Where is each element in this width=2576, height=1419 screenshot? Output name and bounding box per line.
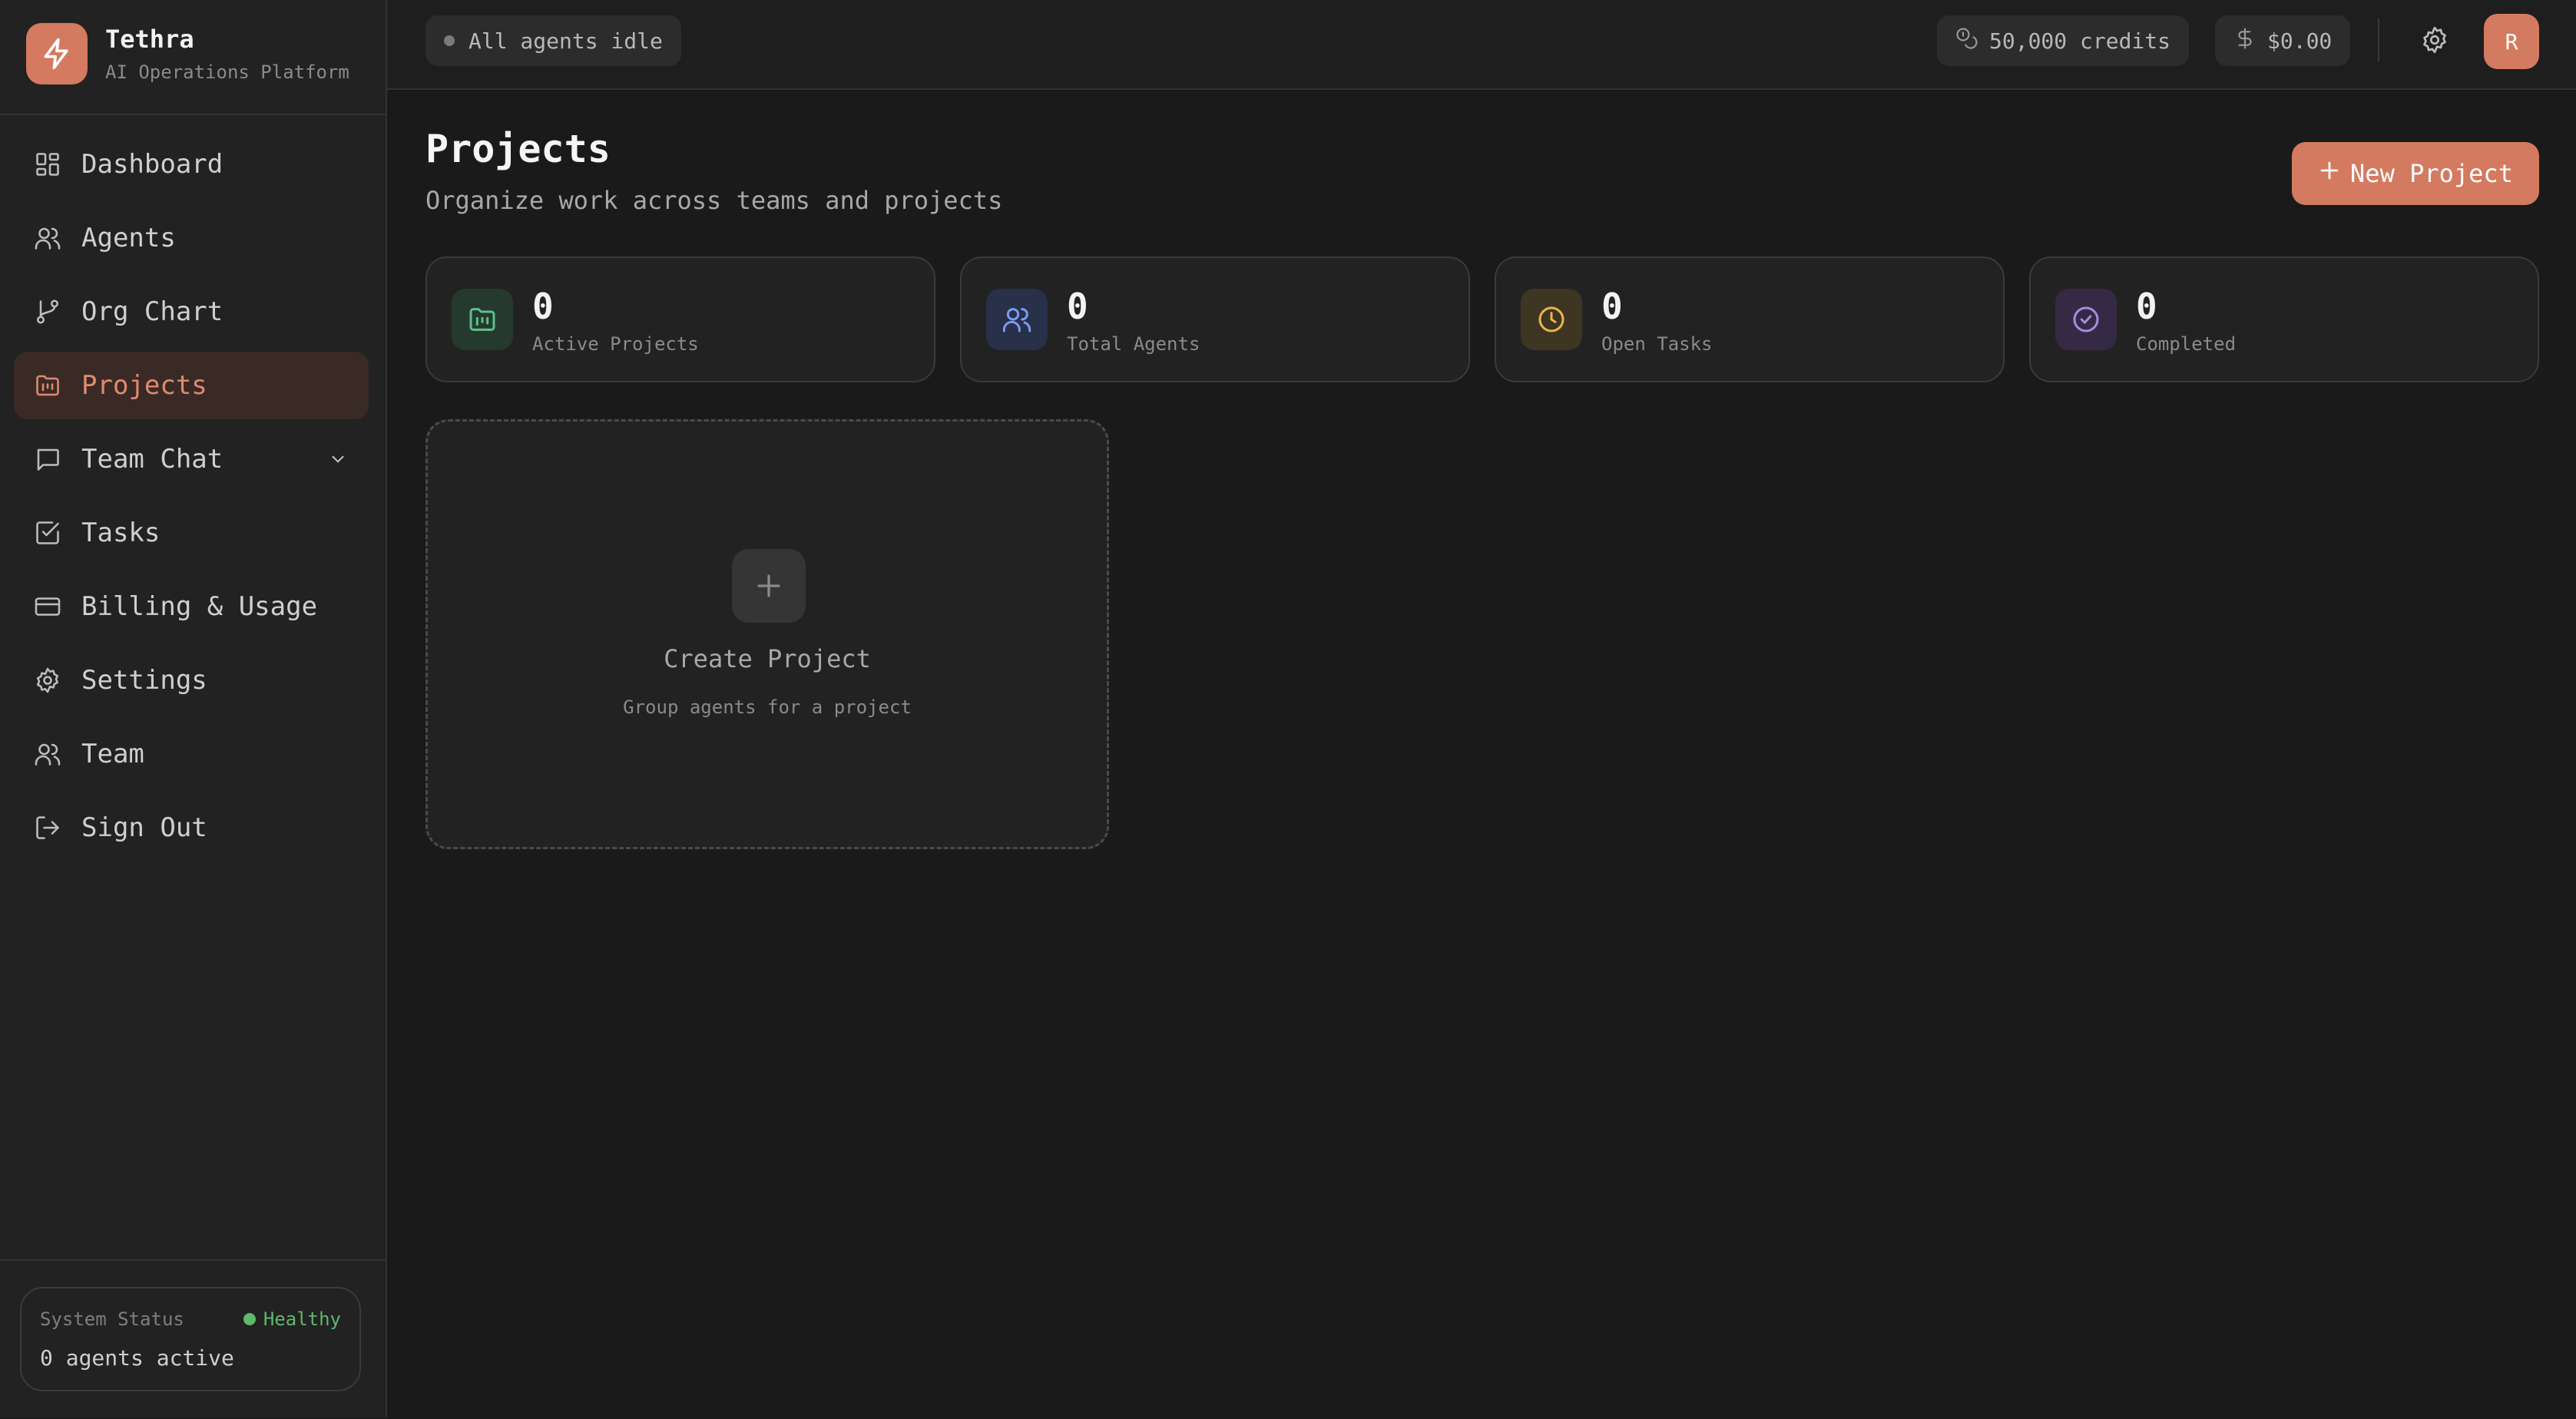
system-status-title: System Status (40, 1308, 184, 1330)
sidebar-item-org-chart[interactable]: Org Chart (14, 278, 369, 346)
check-circle-icon (2055, 289, 2117, 350)
git-branch-icon (32, 296, 63, 327)
new-project-label: New Project (2350, 159, 2513, 188)
create-project-card[interactable]: Create Project Group agents for a projec… (425, 419, 1109, 849)
lightning-logo-icon[interactable] (26, 23, 88, 84)
health-badge: Healthy (243, 1308, 341, 1330)
page-subtitle: Organize work across teams and projects (425, 186, 1003, 215)
brand-header: Tethra AI Operations Platform (0, 0, 386, 115)
stat-label: Open Tasks (1601, 333, 1713, 355)
create-project-title: Create Project (664, 644, 871, 673)
clock-icon (1521, 289, 1582, 350)
divider (2378, 18, 2379, 61)
chevron-down-icon[interactable] (326, 447, 350, 471)
sidebar-item-label: Dashboard (81, 149, 223, 180)
sidebar-item-tasks[interactable]: Tasks (14, 499, 369, 567)
sidebar-nav: Dashboard Agents Org Chart Projects Team… (14, 131, 369, 868)
stat-label: Active Projects (532, 333, 699, 355)
status-dot-icon (243, 1313, 256, 1325)
system-status-card: System Status Healthy 0 agents active (20, 1287, 361, 1391)
sidebar-item-label: Team Chat (81, 444, 223, 475)
page-title: Projects (425, 127, 611, 171)
sidebar-item-label: Settings (81, 665, 207, 696)
create-project-subtitle: Group agents for a project (623, 696, 912, 718)
users-icon (986, 289, 1048, 350)
sidebar-item-projects[interactable]: Projects (14, 352, 369, 419)
sidebar-item-label: Billing & Usage (81, 591, 318, 622)
stat-value: 0 (1601, 286, 1623, 327)
plus-icon (2318, 159, 2341, 188)
stat-value: 0 (532, 286, 554, 327)
sidebar: Tethra AI Operations Platform Dashboard … (0, 0, 387, 1417)
sign-out-icon (32, 812, 63, 843)
stat-card-total-agents: 0 Total Agents (960, 256, 1470, 382)
folder-kanban-icon (452, 289, 513, 350)
sidebar-item-label: Sign Out (81, 812, 207, 843)
agents-status-pill: All agents idle (425, 15, 681, 66)
stat-card-active-projects: 0 Active Projects (425, 256, 935, 382)
health-label: Healthy (263, 1308, 341, 1330)
users-icon (32, 739, 63, 769)
stat-label: Completed (2136, 333, 2237, 355)
agents-status-label: All agents idle (469, 28, 663, 54)
stat-value: 0 (2136, 286, 2157, 327)
agents-active-count: 0 agents active (40, 1345, 234, 1371)
stat-card-open-tasks: 0 Open Tasks (1495, 256, 2005, 382)
dashboard-icon (32, 149, 63, 180)
gear-icon (32, 665, 63, 696)
dollar-icon (2233, 27, 2256, 55)
sidebar-item-team-chat[interactable]: Team Chat (14, 425, 369, 493)
brand-subtitle: AI Operations Platform (105, 61, 349, 83)
sidebar-item-agents[interactable]: Agents (14, 204, 369, 272)
stat-card-completed: 0 Completed (2029, 256, 2539, 382)
avatar[interactable]: R (2484, 14, 2539, 69)
sidebar-item-team[interactable]: Team (14, 720, 369, 788)
sidebar-item-billing[interactable]: Billing & Usage (14, 573, 369, 640)
sidebar-item-label: Projects (81, 370, 207, 401)
credits-pill[interactable]: 50,000 credits (1937, 15, 2190, 66)
sidebar-item-dashboard[interactable]: Dashboard (14, 131, 369, 198)
gear-icon (2420, 25, 2449, 58)
sidebar-item-label: Team (81, 739, 144, 769)
credit-card-icon (32, 591, 63, 622)
plus-icon (732, 549, 806, 623)
topbar: All agents idle 50,000 credits $0.00 R (387, 0, 2576, 90)
users-icon (32, 223, 63, 253)
status-dot-icon (444, 35, 455, 46)
sidebar-item-settings[interactable]: Settings (14, 647, 369, 714)
sidebar-item-label: Tasks (81, 518, 161, 548)
settings-button[interactable] (2413, 20, 2456, 63)
chat-bubble-icon (32, 444, 63, 475)
balance-label: $0.00 (2267, 28, 2333, 54)
sidebar-item-label: Org Chart (81, 296, 223, 327)
stat-value: 0 (1067, 286, 1088, 327)
credits-label: 50,000 credits (1989, 28, 2171, 54)
stat-label: Total Agents (1067, 333, 1200, 355)
new-project-button[interactable]: New Project (2292, 142, 2539, 205)
sidebar-footer: System Status Healthy 0 agents active (0, 1259, 386, 1419)
folder-kanban-icon (32, 370, 63, 401)
balance-pill[interactable]: $0.00 (2215, 15, 2351, 66)
checkbox-icon (32, 518, 63, 548)
sidebar-item-label: Agents (81, 223, 176, 253)
coins-icon (1955, 27, 1978, 55)
sidebar-item-sign-out[interactable]: Sign Out (14, 794, 369, 862)
brand-name: Tethra (105, 25, 194, 54)
app: Tethra AI Operations Platform Dashboard … (0, 0, 2576, 1417)
